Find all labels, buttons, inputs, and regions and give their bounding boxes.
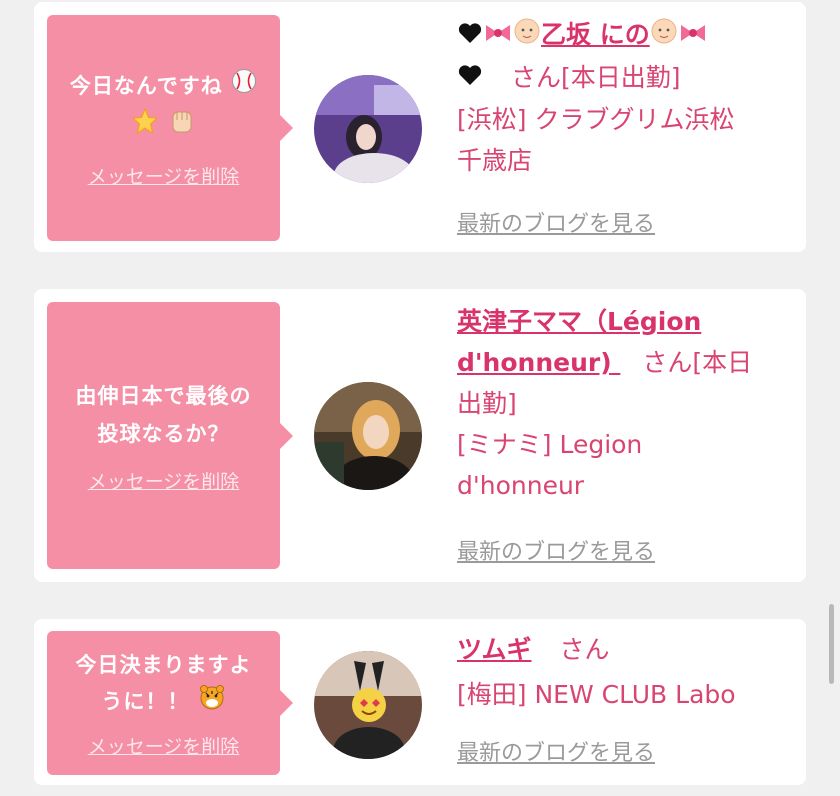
avatar[interactable] <box>314 75 422 183</box>
glowing-star-icon <box>131 107 159 147</box>
cast-name-link[interactable]: 乙坂 にの <box>457 18 708 49</box>
message-bubble: 由伸日本で最後の 投球なるか？ メッセージを削除 <box>47 302 293 569</box>
shop-line: d'honneur <box>457 471 585 500</box>
cast-name-link[interactable]: 英津子ママ（Légion <box>457 307 701 336</box>
raised-fist-icon <box>168 106 196 148</box>
cast-name-link-cont[interactable]: d'honneur) <box>457 348 612 377</box>
delete-message-link[interactable]: メッセージを削除 <box>88 732 240 759</box>
scrollbar[interactable] <box>829 604 834 684</box>
cast-info: ツムギ さん [梅田] NEW CLUB Labo <box>457 629 797 715</box>
shop-line: [ミナミ] Legion <box>457 430 643 459</box>
black-heart-icon <box>457 58 483 99</box>
shop-line: 千歳店 <box>457 146 533 175</box>
cast-info: 乙坂 にの さん[本日出勤] [浜松] クラブグリム浜松 千歳店 <box>457 14 797 181</box>
message-text: 今日なんですね <box>70 67 257 148</box>
ribbon-icon <box>483 16 513 57</box>
shop-line: [梅田] NEW CLUB Labo <box>457 680 736 709</box>
latest-blog-link[interactable]: 最新のブログを見る <box>457 206 655 238</box>
status-line: 出勤] <box>457 389 517 418</box>
message-text: 由伸日本で最後の 投球なるか？ <box>75 384 252 446</box>
san-status: さん[本日出勤] <box>510 62 681 92</box>
baseball-icon <box>231 68 257 106</box>
avatar[interactable] <box>314 382 422 490</box>
latest-blog-link[interactable]: 最新のブログを見る <box>457 735 655 767</box>
baby-face-icon <box>650 16 678 57</box>
ribbon-icon <box>678 16 708 57</box>
message-text: 今日決まりますよ うに！！ <box>76 647 252 722</box>
message-bubble: 今日決まりますよ うに！！ メッセージを削除 <box>47 631 293 775</box>
latest-blog-link[interactable]: 最新のブログを見る <box>457 534 655 566</box>
message-card-2: 由伸日本で最後の 投球なるか？ メッセージを削除 英津子ママ（Légion d'… <box>34 289 806 582</box>
shop-line: [浜松] クラブグリム浜松 <box>457 105 735 134</box>
message-card-1: 今日なんですね メッセージを削除 乙坂 にの さん[本日出勤] [浜松] クラブ… <box>34 2 806 252</box>
cast-info: 英津子ママ（Légion d'honneur) さん[本日 出勤] [ミナミ] … <box>457 301 797 506</box>
san-status: さん[本日 <box>642 348 753 377</box>
delete-message-link[interactable]: メッセージを削除 <box>88 162 240 189</box>
message-card-3: 今日決まりますよ うに！！ メッセージを削除 ツムギ さん [梅田] NEW C… <box>34 619 806 785</box>
avatar[interactable] <box>314 651 422 759</box>
message-bubble: 今日なんですね メッセージを削除 <box>47 15 293 241</box>
cast-name-link[interactable]: ツムギ <box>457 635 532 664</box>
cast-name-link-cont[interactable] <box>457 63 483 92</box>
delete-message-link[interactable]: メッセージを削除 <box>88 467 240 494</box>
black-heart-icon <box>457 16 483 57</box>
baby-face-icon <box>513 16 541 57</box>
san-label: さん <box>559 635 610 664</box>
tiger-face-icon <box>198 683 226 722</box>
